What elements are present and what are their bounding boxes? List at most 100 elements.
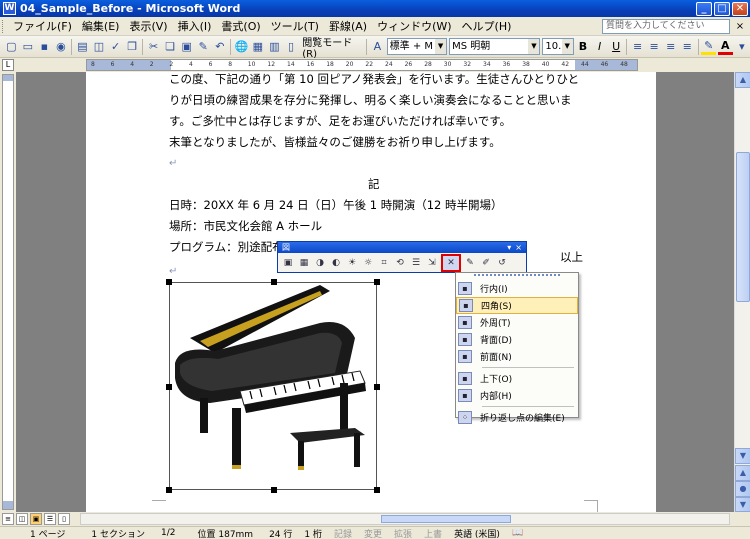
font-select[interactable]: MS 明朝 ▼	[449, 38, 541, 55]
ki-heading[interactable]: 記	[368, 174, 380, 195]
menu-drag-grip[interactable]	[474, 274, 560, 279]
close-button[interactable]: ✕	[732, 1, 748, 16]
resize-handle[interactable]	[166, 384, 172, 390]
piano-image[interactable]	[166, 279, 380, 493]
compress-pictures-icon[interactable]: ⇲	[425, 256, 439, 270]
wrap-through-item[interactable]: ▪ 内部(H)	[456, 387, 578, 404]
columns-icon[interactable]: ▥	[267, 39, 282, 55]
minimize-button[interactable]: _	[696, 1, 712, 16]
wrap-front-item[interactable]: ▪ 前面(N)	[456, 348, 578, 365]
next-page-icon[interactable]: ▼	[735, 497, 750, 512]
venue-line[interactable]: 場所：市民文化会館 A ホール	[169, 216, 322, 237]
open-folder-icon[interactable]: ▭	[21, 39, 36, 55]
chevron-down-icon[interactable]: ▼	[435, 39, 447, 54]
vertical-scrollbar[interactable]: ▲ ▼ ▲ ● ▼	[734, 72, 750, 512]
resize-handle[interactable]	[374, 279, 380, 285]
edit-wrap-points-item[interactable]: ⁘ 折り返し点の編集(E)	[456, 409, 578, 426]
scroll-up-icon[interactable]: ▲	[735, 72, 750, 88]
bold-button[interactable]: B	[576, 39, 591, 55]
close-document-button[interactable]: ×	[733, 21, 747, 32]
set-transparent-color-icon[interactable]: ✐	[479, 256, 493, 270]
resize-handle[interactable]	[271, 279, 277, 285]
maximize-button[interactable]: □	[714, 1, 730, 16]
reading-mode-button[interactable]: 閲覧モード(R)	[299, 34, 364, 60]
menu-help[interactable]: ヘルプ(H)	[457, 18, 517, 35]
styles-icon[interactable]: A	[370, 39, 385, 55]
menu-tools[interactable]: ツール(T)	[266, 18, 324, 35]
menu-insert[interactable]: 挿入(I)	[173, 18, 217, 35]
resize-handle[interactable]	[374, 384, 380, 390]
justify-icon[interactable]: ≡	[680, 39, 695, 55]
resize-handle[interactable]	[166, 279, 172, 285]
scroll-down-icon[interactable]: ▼	[735, 448, 750, 464]
chevron-down-icon[interactable]: ▼	[561, 39, 573, 54]
picture-toolbar-close[interactable]: ×	[515, 242, 522, 253]
menu-view[interactable]: 表示(V)	[124, 18, 172, 35]
chevron-down-icon[interactable]: ▼	[528, 39, 540, 54]
print-layout-icon[interactable]: ▣	[30, 513, 42, 525]
align-center-icon[interactable]: ≡	[647, 39, 662, 55]
research-icon[interactable]: ❐	[125, 39, 140, 55]
chevron-down-icon[interactable]: ▾	[735, 39, 750, 55]
menu-file[interactable]: ファイル(F)	[8, 18, 77, 35]
undo-icon[interactable]: ↶	[213, 39, 228, 55]
menu-table[interactable]: 罫線(A)	[324, 18, 372, 35]
rotate-left-icon[interactable]: ⟲	[393, 256, 407, 270]
text-wrapping-menu[interactable]: ▪ 行内(I) ▪ 四角(S) ▪ 外周(T) ▪ 背面(D) ▪ 前面(N) …	[455, 272, 579, 424]
font-color-button[interactable]: A	[718, 39, 733, 55]
align-left-icon[interactable]: ≡	[630, 39, 645, 55]
date-line[interactable]: 日時：20XX 年 6 月 24 日（日）午後 1 時開演（12 時半開場）	[169, 195, 503, 216]
status-rec[interactable]: 記録	[328, 527, 358, 539]
paste-icon[interactable]: ▣	[179, 39, 194, 55]
wrap-topbottom-item[interactable]: ▪ 上下(O)	[456, 370, 578, 387]
menu-format[interactable]: 書式(O)	[216, 18, 265, 35]
more-brightness-icon[interactable]: ☀	[345, 256, 359, 270]
hyperlink-icon[interactable]: 🌐	[234, 39, 249, 55]
wrap-tight-item[interactable]: ▪ 外周(T)	[456, 314, 578, 331]
web-layout-icon[interactable]: ◫	[16, 513, 28, 525]
underline-button[interactable]: U	[609, 39, 624, 55]
wrap-inline-item[interactable]: ▪ 行内(I)	[456, 280, 578, 297]
spelling-status-icon[interactable]: 📖	[506, 528, 529, 538]
cut-icon[interactable]: ✂	[146, 39, 161, 55]
print-preview-icon[interactable]: ◫	[92, 39, 107, 55]
ijou-text[interactable]: 以上	[560, 247, 583, 268]
format-picture-icon[interactable]: ✎	[463, 256, 477, 270]
spelling-icon[interactable]: ✓	[108, 39, 123, 55]
body-line-3[interactable]: す。ご多忙中とは存じますが、足をお運びいただければ幸いです。	[169, 111, 511, 132]
status-ext[interactable]: 拡張	[388, 527, 418, 539]
scroll-thumb[interactable]	[736, 152, 750, 302]
picture-toolbar-titlebar[interactable]: 図 ▾ ×	[278, 242, 526, 253]
previous-page-icon[interactable]: ▲	[735, 465, 750, 481]
reading-layout-icon[interactable]: ▯	[58, 513, 70, 525]
less-contrast-icon[interactable]: ◐	[329, 256, 343, 270]
chevron-down-icon[interactable]: ▾	[507, 242, 511, 253]
highlight-icon[interactable]: ✎	[701, 39, 717, 55]
picture-toolbar[interactable]: 図 ▾ × ▣ ▦ ◑ ◐ ☀ ☼ ⌗ ⟲ ☰ ⇲ ✕ ✎ ✐ ↺	[277, 241, 527, 273]
save-icon[interactable]: ▪	[37, 39, 52, 55]
resize-handle[interactable]	[166, 487, 172, 493]
style-select[interactable]: 標準 + M ▼	[386, 38, 448, 55]
wrap-square-item[interactable]: ▪ 四角(S)	[456, 297, 578, 314]
insert-picture-icon[interactable]: ▣	[281, 256, 295, 270]
new-document-icon[interactable]: ▢	[4, 39, 19, 55]
format-painter-icon[interactable]: ✎	[196, 39, 211, 55]
menu-window[interactable]: ウィンドウ(W)	[372, 18, 456, 35]
reset-picture-icon[interactable]: ↺	[495, 256, 509, 270]
resize-handle[interactable]	[271, 487, 277, 493]
horizontal-scroll-thumb[interactable]	[381, 515, 511, 523]
crop-icon[interactable]: ⌗	[377, 256, 391, 270]
reading-mode-icon[interactable]: ▯	[284, 39, 299, 55]
body-line-2[interactable]: りが日頃の練習成果を存分に発揮し、明るく楽しい演奏会になることと思いま	[169, 90, 572, 111]
wrap-behind-item[interactable]: ▪ 背面(D)	[456, 331, 578, 348]
permission-icon[interactable]: ◉	[54, 39, 69, 55]
align-right-icon[interactable]: ≡	[663, 39, 678, 55]
browse-object-icon[interactable]: ●	[735, 481, 750, 497]
menubar-grip[interactable]	[2, 19, 5, 33]
table-icon[interactable]: ▦	[251, 39, 266, 55]
font-size-select[interactable]: 10.5 ▼	[542, 38, 574, 55]
horizontal-ruler[interactable]: 8 6 4 2 2 4 6 8 10 12 14 16 18 20 22 24 26 28 30 32 34 36 38 40…	[86, 59, 638, 71]
line-style-icon[interactable]: ☰	[409, 256, 423, 270]
document-area[interactable]: この度、下記の通り「第 10 回ピアノ発表会」を行います。生徒さんひとりひと り…	[16, 72, 734, 512]
status-ovr[interactable]: 上書	[418, 527, 448, 539]
